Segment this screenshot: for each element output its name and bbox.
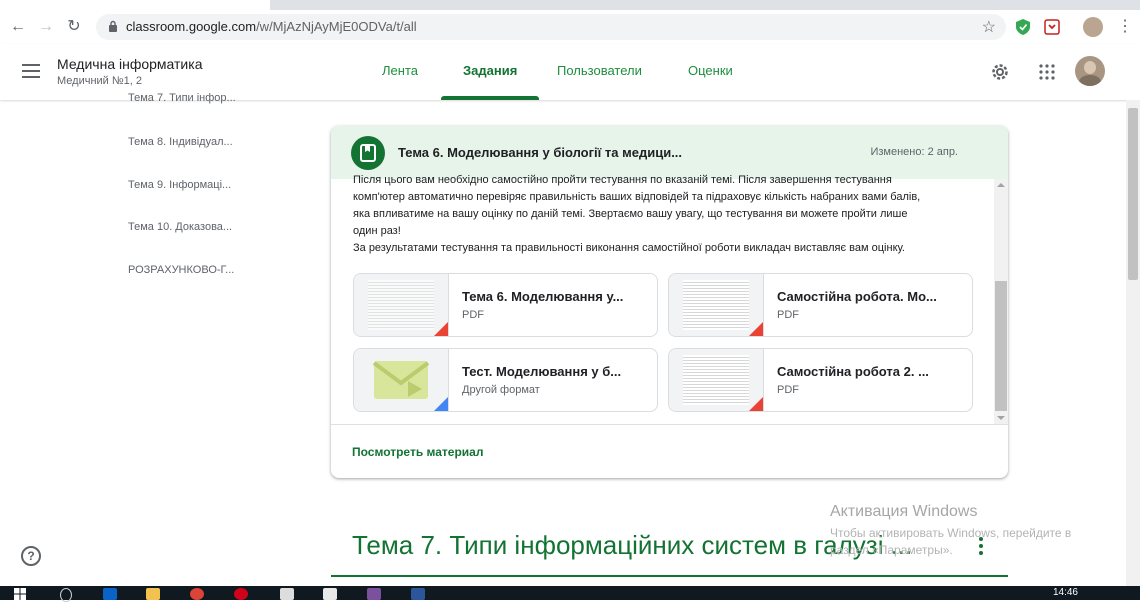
help-icon[interactable]: ? bbox=[21, 546, 41, 566]
desc-line: комп'ютер автоматично перевіряє правильн… bbox=[353, 191, 921, 203]
chrome-menu-icon[interactable]: ⋮ bbox=[1117, 16, 1133, 36]
windows-activation-text: Чтобы активировать Windows, перейдите в bbox=[830, 526, 1072, 540]
attachment-name: Самостійна робота. Мо... bbox=[777, 289, 937, 304]
topic-more-options-icon[interactable] bbox=[978, 537, 984, 557]
tab-people[interactable]: Пользователи bbox=[557, 44, 642, 100]
topic-heading: Тема 7. Типи інформаційних систем в галу… bbox=[352, 530, 913, 560]
pdf-badge-icon bbox=[749, 322, 763, 336]
browser-tab[interactable] bbox=[0, 0, 270, 10]
attachment-card[interactable]: Тест. Моделювання у б... Другой формат bbox=[353, 348, 658, 412]
pdf-badge-icon bbox=[749, 397, 763, 411]
page-scroll-thumb[interactable] bbox=[1128, 108, 1138, 280]
browser-tab-strip bbox=[0, 0, 1140, 10]
file-explorer-icon[interactable] bbox=[146, 588, 160, 600]
class-subtitle: Медичний №1, 2 bbox=[57, 75, 143, 87]
viber-icon[interactable] bbox=[367, 588, 381, 600]
class-title[interactable]: Медична інформатика bbox=[57, 56, 202, 72]
attachment-type: PDF bbox=[462, 309, 484, 321]
pdf-badge-icon bbox=[434, 322, 448, 336]
card-footer: Посмотреть материал bbox=[331, 424, 1008, 478]
page-scrollbar[interactable] bbox=[1126, 100, 1140, 586]
shield-extension-icon[interactable] bbox=[1016, 19, 1030, 35]
back-arrow-icon[interactable]: ← bbox=[8, 17, 28, 37]
pdf-thumbnail bbox=[669, 349, 764, 411]
windows-taskbar: 14:46 bbox=[0, 586, 1140, 602]
attachment-name: Тест. Моделювання у б... bbox=[462, 364, 622, 379]
pdf-thumbnail bbox=[354, 274, 449, 336]
attachment-name: Самостійна робота 2. ... bbox=[777, 364, 929, 379]
sidebar-topic-8[interactable]: Тема 8. Індивідуал... bbox=[128, 136, 233, 148]
word-icon[interactable] bbox=[411, 588, 425, 600]
tab-stream[interactable]: Лента bbox=[382, 44, 418, 100]
edge-icon[interactable] bbox=[103, 588, 117, 600]
calculator-icon[interactable] bbox=[280, 588, 294, 600]
bookmark-star-icon[interactable]: ☆ bbox=[982, 17, 996, 37]
attachment-card[interactable]: Самостійна робота. Мо... PDF bbox=[668, 273, 973, 337]
opera-icon[interactable] bbox=[234, 588, 248, 600]
scroll-down-icon[interactable] bbox=[997, 416, 1005, 420]
scroll-up-icon[interactable] bbox=[997, 183, 1005, 187]
sidebar-topic-7[interactable]: Тема 7. Типи інфор... bbox=[128, 92, 236, 104]
scroll-thumb[interactable] bbox=[995, 281, 1007, 411]
card-scrollbar[interactable] bbox=[994, 179, 1008, 424]
windows-activation-text: раздел «Параметры». bbox=[830, 543, 953, 557]
lock-icon bbox=[109, 20, 117, 32]
gear-icon[interactable] bbox=[990, 62, 1010, 82]
sidebar-topic-10[interactable]: Тема 10. Доказова... bbox=[128, 221, 232, 233]
form-thumbnail bbox=[354, 349, 449, 411]
profile-avatar[interactable] bbox=[1083, 17, 1103, 37]
apps-grid-icon[interactable] bbox=[1039, 64, 1055, 80]
desc-line: За результатами тестування та правильнос… bbox=[353, 242, 905, 254]
attachment-type: Другой формат bbox=[462, 384, 540, 396]
tab-classwork[interactable]: Задания bbox=[440, 44, 540, 100]
material-icon bbox=[351, 136, 385, 170]
tab-grades[interactable]: Оценки bbox=[688, 44, 733, 100]
chrome-icon[interactable] bbox=[190, 588, 204, 600]
sidebar-topic-calc[interactable]: РОЗРАХУНКОВО-Г... bbox=[128, 264, 234, 276]
user-avatar[interactable] bbox=[1075, 56, 1105, 86]
doc-badge-icon bbox=[434, 397, 448, 411]
envelope-icon bbox=[372, 361, 430, 399]
material-description: Після цього вам необхідно самостійно про… bbox=[353, 174, 973, 257]
pocket-extension-icon[interactable] bbox=[1044, 19, 1060, 35]
topic-divider bbox=[331, 575, 1008, 577]
attachment-type: PDF bbox=[777, 384, 799, 396]
desc-line: яка впливатиме на вашу оцінку по даній т… bbox=[353, 208, 908, 220]
sidebar-topic-9[interactable]: Тема 9. Інформаці... bbox=[128, 179, 231, 191]
modified-date: Изменено: 2 апр. bbox=[870, 146, 958, 158]
windows-start-icon[interactable] bbox=[14, 588, 26, 600]
attachment-type: PDF bbox=[777, 309, 799, 321]
attachment-card[interactable]: Самостійна робота 2. ... PDF bbox=[668, 348, 973, 412]
material-card: Тема 6. Моделювання у біології та медици… bbox=[331, 126, 1008, 478]
view-material-link[interactable]: Посмотреть материал bbox=[352, 445, 483, 459]
material-title: Тема 6. Моделювання у біології та медици… bbox=[398, 145, 683, 160]
reload-icon[interactable]: ↻ bbox=[64, 17, 84, 37]
windows-activation-title: Активация Windows bbox=[830, 503, 978, 520]
acrobat-icon[interactable] bbox=[323, 588, 337, 600]
url-text: classroom.google.com/w/MjAzNjAyMjE0ODVa/… bbox=[126, 19, 417, 34]
taskbar-clock[interactable]: 14:46 bbox=[1053, 587, 1078, 598]
browser-toolbar: ← → ↻ classroom.google.com/w/MjAzNjAyMjE… bbox=[0, 10, 1140, 45]
attachment-name: Тема 6. Моделювання у... bbox=[462, 289, 624, 304]
desc-line: один раз! bbox=[353, 225, 401, 237]
desc-line: Після цього вам необхідно самостійно про… bbox=[353, 174, 892, 186]
forward-arrow-icon[interactable]: → bbox=[36, 17, 56, 37]
address-bar[interactable]: classroom.google.com/w/MjAzNjAyMjE0ODVa/… bbox=[96, 14, 1006, 40]
attachment-card[interactable]: Тема 6. Моделювання у... PDF bbox=[353, 273, 658, 337]
pdf-thumbnail bbox=[669, 274, 764, 336]
hamburger-menu-icon[interactable] bbox=[22, 64, 40, 78]
